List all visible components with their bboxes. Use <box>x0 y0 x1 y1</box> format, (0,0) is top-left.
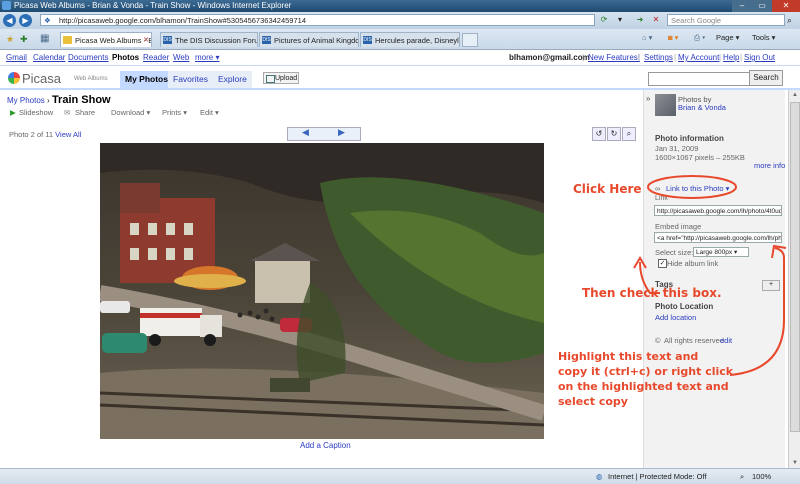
annotation-highlight: Highlight this text and copy it (ctrl+c)… <box>558 349 733 409</box>
internet-globe-icon: ◍ <box>596 472 603 481</box>
annotation-click-here: Click Here <box>573 182 642 196</box>
annotation-line: Highlight this text and <box>558 350 699 363</box>
status-bar: ◍ Internet | Protected Mode: Off ⌕ 100% <box>0 468 800 484</box>
annotation-line: copy it (ctrl+c) or right click <box>558 365 734 378</box>
zoom-level[interactable]: 100% <box>752 472 771 481</box>
annotation-line: on the highlighted text and <box>558 380 729 393</box>
zone-status: Internet | Protected Mode: Off <box>608 472 707 481</box>
annotation-overlay <box>633 175 787 376</box>
zoom-icon[interactable]: ⌕ <box>740 472 744 482</box>
annotation-line: select copy <box>558 395 628 408</box>
annotation-arrow-embed <box>729 247 785 376</box>
annotation-check-box: Then check this box. <box>582 286 722 300</box>
annotation-circle <box>647 175 737 199</box>
